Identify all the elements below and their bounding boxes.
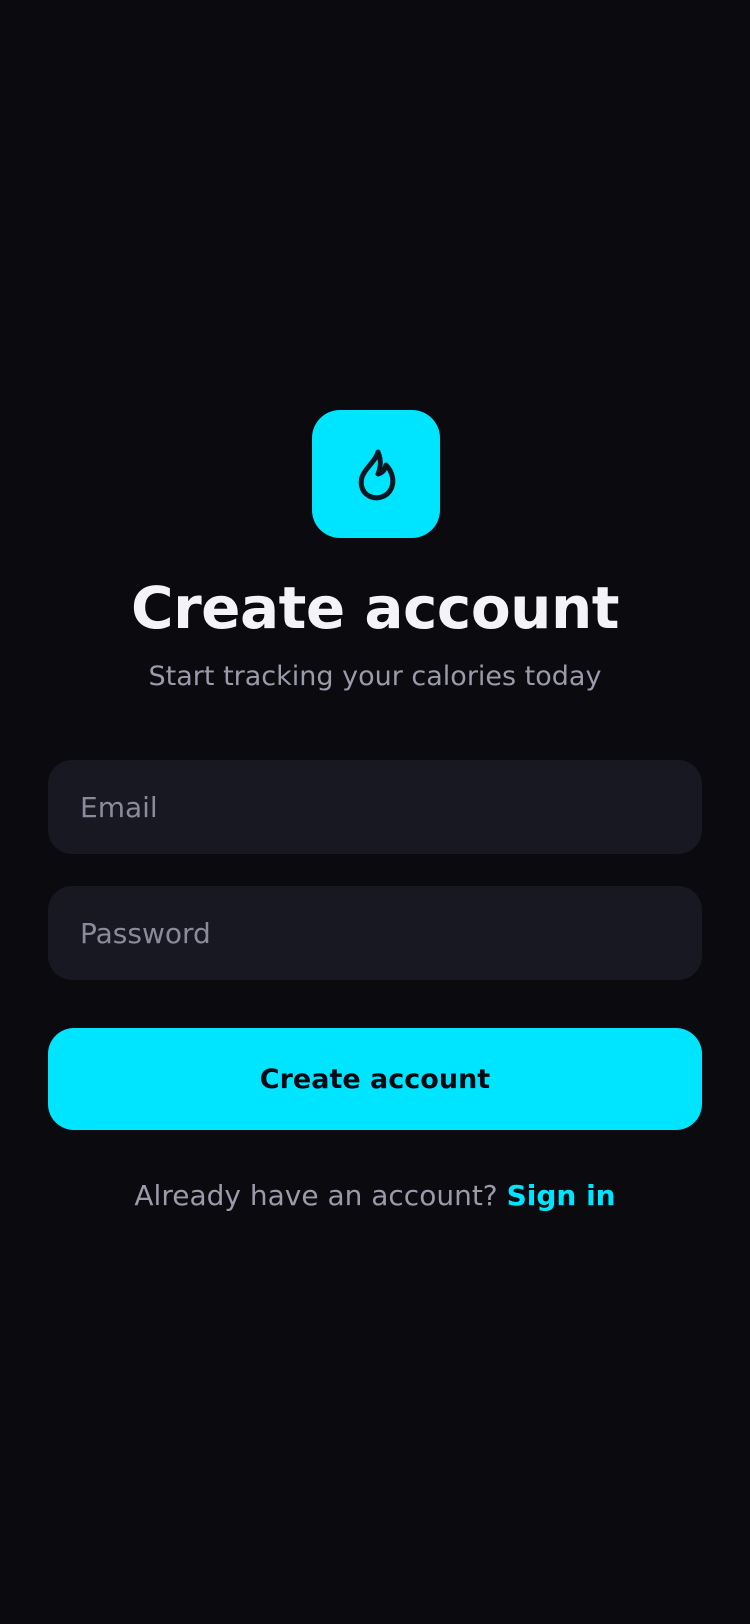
signup-screen: Create account Start tracking your calor… xyxy=(0,0,750,1624)
flame-icon xyxy=(352,447,400,501)
signin-prompt-row: Already have an account? Sign in xyxy=(0,1176,750,1216)
email-field[interactable] xyxy=(48,760,702,854)
page-title: Create account xyxy=(131,574,619,642)
create-account-button[interactable]: Create account xyxy=(48,1028,702,1130)
password-field[interactable] xyxy=(48,886,702,980)
signin-prompt-text: Already have an account? xyxy=(134,1179,507,1212)
app-logo xyxy=(312,410,440,538)
page-subtitle: Start tracking your calories today xyxy=(148,661,602,692)
sign-in-link[interactable]: Sign in xyxy=(507,1179,616,1212)
